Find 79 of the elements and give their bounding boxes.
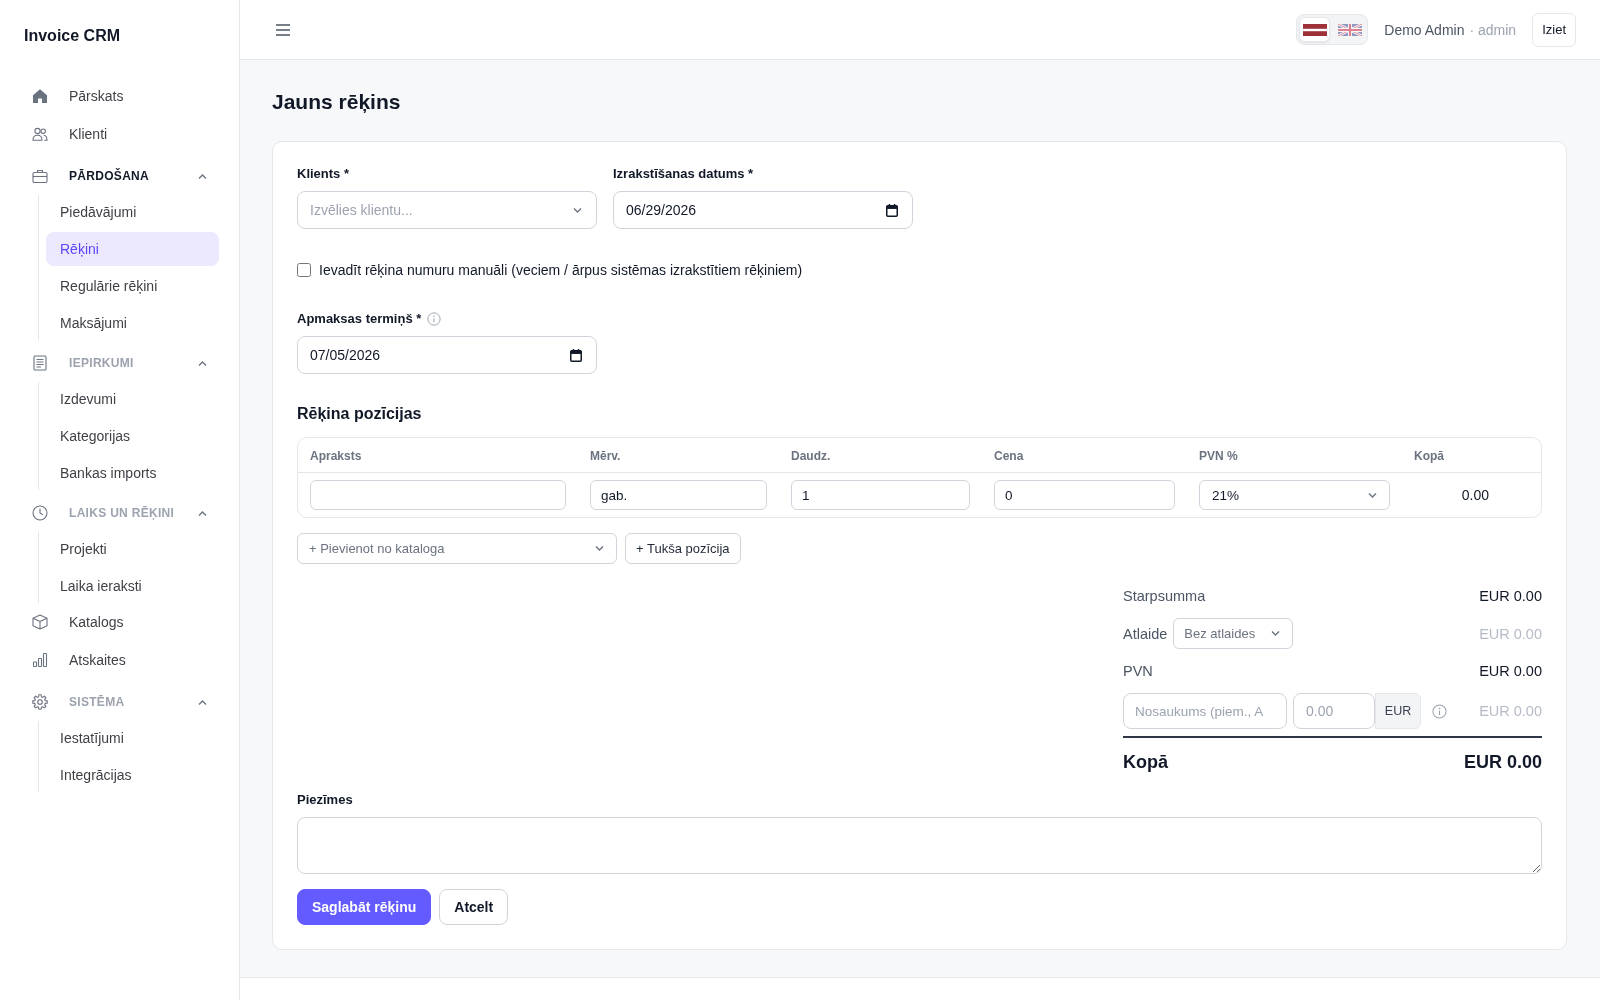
user-name: Demo Admin [1384, 21, 1465, 38]
logout-button[interactable]: Iziet [1532, 12, 1576, 47]
date-field[interactable]: 06/29/2026 [613, 191, 913, 229]
settings-icon [32, 694, 48, 710]
clock-icon [32, 505, 48, 521]
chevron-down-icon [573, 206, 582, 214]
info-icon [427, 312, 442, 326]
nav-item[interactable]: Atskaites [20, 641, 219, 679]
flag-icon [1337, 23, 1362, 36]
box-icon [32, 614, 48, 630]
nav-item[interactable]: Pārskats [20, 77, 219, 115]
column-header: Apraksts [310, 449, 362, 463]
description-input[interactable] [310, 480, 566, 510]
nav-item[interactable]: Rēķini [46, 232, 219, 266]
total-amount: EUR 0.00 [1463, 751, 1542, 774]
column-header: Cena [994, 449, 1024, 463]
section-title: Rēķina pozīcijas [297, 404, 422, 424]
document-icon [32, 355, 48, 371]
nav-section-header[interactable]: PĀRDOŠANA [20, 157, 219, 195]
calendar-icon [886, 203, 898, 217]
summary-label: Starpsumma [1123, 588, 1206, 604]
field-label: Apmaksas termiņš * [297, 310, 422, 328]
chevron-down-icon [595, 545, 604, 552]
info-icon [1432, 703, 1447, 719]
summary-amount: EUR 0.00 [1479, 663, 1542, 679]
tax-amount-input[interactable]: 0.00 [1293, 693, 1375, 729]
summary-amount: EUR 0.00 [1479, 588, 1542, 604]
briefcase-icon [32, 168, 48, 184]
column-header: Daudz. [791, 449, 831, 463]
checkbox-label: Ievadīt rēķina numuru manuāli (veciem / ārpus sistēmas izrakstītiem rēķiniem) [319, 262, 803, 278]
home-icon [32, 88, 48, 104]
menu-icon[interactable] [276, 23, 290, 36]
unit-input[interactable]: gab. [590, 480, 767, 510]
catalog-select[interactable]: + Pievienot no kataloga [297, 533, 617, 564]
quantity-input[interactable]: 1 [791, 480, 970, 510]
column-header: Mērv. [590, 449, 621, 463]
summary-amount: EUR 0.00 [1479, 703, 1542, 719]
total-label: Kopā [1123, 751, 1168, 774]
vat-select[interactable]: 21% [1199, 480, 1390, 510]
line-total: 0.00 [1461, 487, 1489, 503]
nav-item[interactable]: Piedāvājumi [46, 195, 219, 229]
summary-label: PVN [1123, 663, 1153, 679]
user-role: · admin [1469, 21, 1517, 38]
nav-item[interactable]: Projekti [46, 532, 219, 566]
users-icon [32, 126, 48, 142]
nav-item[interactable]: Maksājumi [46, 306, 219, 340]
chevron-down-icon [1368, 491, 1377, 499]
chevron-down-icon [1271, 630, 1281, 637]
date-field[interactable]: 07/05/2026 [297, 336, 597, 374]
field-label: Klients * [297, 165, 349, 183]
nav-item[interactable]: Katalogs [20, 603, 219, 641]
price-input[interactable]: 0 [994, 480, 1175, 510]
column-header: PVN % [1199, 449, 1238, 463]
nav-item[interactable]: Integrācijas [46, 758, 219, 792]
summary-amount: EUR 0.00 [1479, 625, 1542, 642]
summary-label: Atlaide [1123, 625, 1168, 642]
currency-label: EUR [1375, 693, 1421, 729]
checkbox[interactable] [297, 263, 311, 277]
nav-item[interactable]: Laika ieraksti [46, 569, 219, 603]
nav-item[interactable]: Iestatījumi [46, 721, 219, 755]
save-button[interactable]: Saglabāt rēķinu [297, 889, 432, 925]
page-title: Jauns rēķins [272, 89, 401, 115]
tax-name-input[interactable]: Nosaukums (piem., A [1123, 693, 1287, 729]
discount-select[interactable]: Bez atlaides [1173, 618, 1294, 649]
calendar-icon [570, 348, 582, 362]
column-header: Kopā [1414, 449, 1444, 463]
nav-item[interactable]: Izdevumi [46, 382, 219, 416]
cancel-button[interactable]: Atcelt [439, 889, 509, 925]
nav-item[interactable]: Kategorijas [46, 419, 219, 453]
add-line-button[interactable]: + Tukša pozīcija [625, 533, 741, 564]
app-name: Invoice CRM [24, 26, 120, 46]
bar-chart-icon [32, 652, 48, 668]
nav-item[interactable]: Klienti [20, 115, 219, 153]
flag-icon [1302, 23, 1327, 36]
language-button[interactable] [1299, 17, 1331, 42]
field-label: Piezīmes [297, 791, 353, 809]
nav-item[interactable]: Bankas imports [46, 456, 219, 490]
nav-item[interactable]: Regulārie rēķini [46, 269, 219, 303]
field-label: Izrakstīšanas datums * [613, 165, 754, 183]
